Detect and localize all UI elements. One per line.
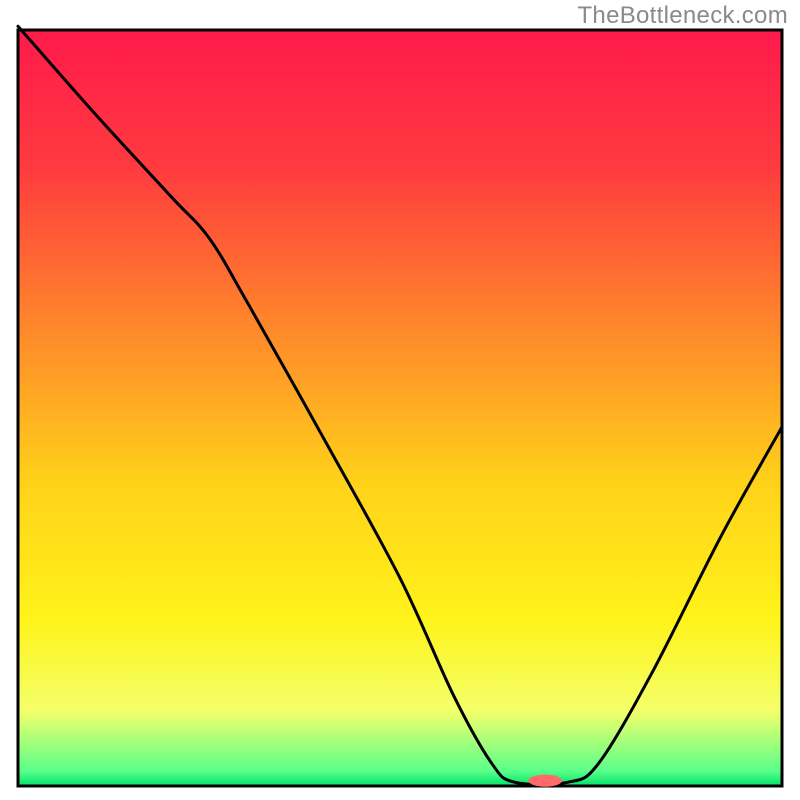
plot-background bbox=[18, 30, 782, 786]
optimum-marker bbox=[528, 775, 562, 787]
watermark-label: TheBottleneck.com bbox=[577, 2, 788, 30]
chart-container: { "watermark": "TheBottleneck.com", "cha… bbox=[0, 0, 800, 800]
bottleneck-chart bbox=[0, 0, 800, 800]
